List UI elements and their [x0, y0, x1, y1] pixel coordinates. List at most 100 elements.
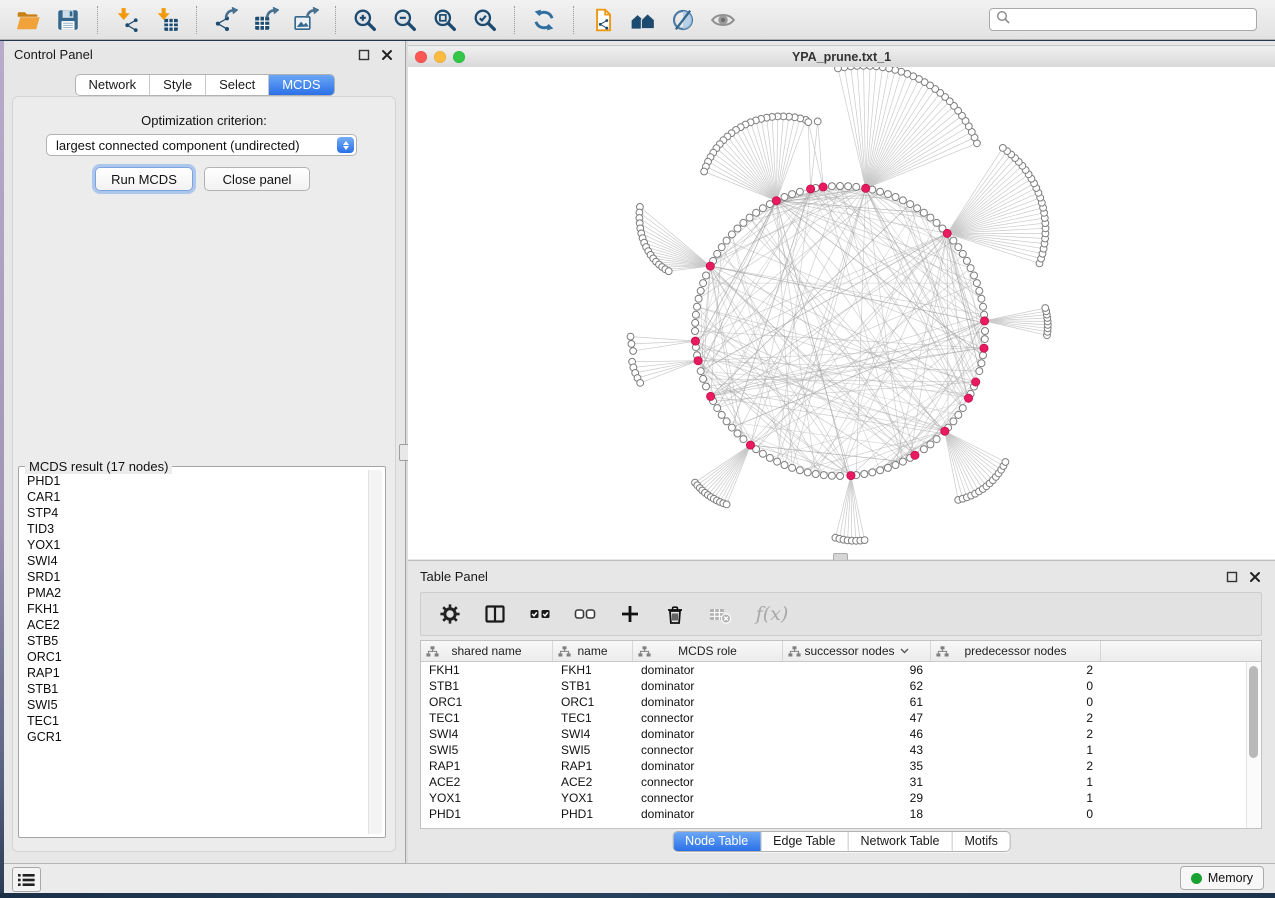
float-panel-icon[interactable]	[357, 48, 370, 61]
mcds-result-item[interactable]: SWI4	[27, 553, 369, 569]
task-history-button[interactable]	[12, 867, 41, 892]
column-header-successor-nodes[interactable]: successor nodes	[783, 641, 931, 661]
refresh-icon	[531, 7, 557, 33]
column-header-name[interactable]: name	[553, 641, 633, 661]
cell-shared-name: STB1	[421, 679, 553, 693]
mcds-result-item[interactable]: TEC1	[27, 713, 369, 729]
tab-node-table[interactable]: Node Table	[673, 832, 761, 851]
function-builder-button: f(x)	[750, 599, 794, 629]
optimization-criterion-select[interactable]: largest connected component (undirected)	[46, 134, 357, 156]
mcds-result-item[interactable]: TID3	[27, 521, 369, 537]
mcds-result-item[interactable]: ACE2	[27, 617, 369, 633]
export-image-button[interactable]	[286, 4, 326, 36]
export-image-icon	[293, 7, 319, 33]
memory-button[interactable]: Memory	[1180, 866, 1264, 890]
zoom-in-button[interactable]	[345, 4, 385, 36]
network-canvas[interactable]	[408, 67, 1275, 559]
zoom-selected-icon	[472, 7, 498, 33]
table-options-button[interactable]	[435, 599, 465, 629]
mcds-result-item[interactable]: RAP1	[27, 665, 369, 681]
table-scrollbar-thumb[interactable]	[1249, 666, 1258, 758]
tab-network-table[interactable]: Network Table	[849, 832, 953, 851]
cell-successor-nodes: 43	[783, 743, 931, 757]
column-header-MCDS-role[interactable]: MCDS role	[633, 641, 783, 661]
tab-select[interactable]: Select	[206, 75, 269, 95]
table-row[interactable]: SWI5SWI5connector431	[421, 742, 1261, 758]
column-type-icon	[638, 646, 651, 657]
mcds-result-item[interactable]: YOX1	[27, 537, 369, 553]
cell-mcds-role: dominator	[633, 807, 783, 821]
cell-predecessor-nodes: 1	[931, 791, 1101, 805]
table-row[interactable]: ACE2ACE2connector311	[421, 774, 1261, 790]
hide-panel-button[interactable]	[703, 4, 743, 36]
export-network-button[interactable]	[206, 4, 246, 36]
import-table-button[interactable]	[147, 4, 187, 36]
delete-column-button[interactable]	[660, 599, 690, 629]
open-file-button[interactable]	[8, 4, 48, 36]
mcds-result-item[interactable]: SWI5	[27, 697, 369, 713]
mcds-result-item[interactable]: ORC1	[27, 649, 369, 665]
mcds-result-item[interactable]: SRD1	[27, 569, 369, 585]
table-row[interactable]: PHD1PHD1dominator180	[421, 806, 1261, 822]
cell-mcds-role: dominator	[633, 695, 783, 709]
table-row[interactable]: ORC1ORC1dominator610	[421, 694, 1261, 710]
vizmapper-button[interactable]	[663, 4, 703, 36]
tab-edge-table[interactable]: Edge Table	[761, 832, 848, 851]
network-overview-button[interactable]	[623, 4, 663, 36]
mcds-list-scrollbar[interactable]	[368, 470, 382, 834]
show-column-button[interactable]	[480, 599, 510, 629]
mcds-result-item[interactable]: STB1	[27, 681, 369, 697]
float-panel-icon[interactable]	[1225, 570, 1238, 583]
share-document-button[interactable]	[583, 4, 623, 36]
zoom-selected-button[interactable]	[465, 4, 505, 36]
column-header-filler	[1101, 641, 1261, 661]
cell-successor-nodes: 61	[783, 695, 931, 709]
close-panel-button[interactable]: Close panel	[204, 167, 310, 191]
tab-motifs[interactable]: Motifs	[952, 832, 1009, 851]
cell-name: SWI4	[553, 727, 633, 741]
toolbar-separator	[196, 6, 197, 34]
search-input[interactable]	[1011, 10, 1256, 30]
zoom-out-button[interactable]	[385, 4, 425, 36]
mcds-result-item[interactable]: STB5	[27, 633, 369, 649]
cell-successor-nodes: 31	[783, 775, 931, 789]
column-header-predecessor-nodes[interactable]: predecessor nodes	[931, 641, 1101, 661]
mcds-result-item[interactable]: FKH1	[27, 601, 369, 617]
mcds-result-item[interactable]: PHD1	[27, 473, 369, 489]
cell-predecessor-nodes: 2	[931, 759, 1101, 773]
table-row[interactable]: TEC1TEC1connector472	[421, 710, 1261, 726]
hide-panel-icon	[710, 7, 736, 33]
table-scrollbar[interactable]	[1246, 662, 1261, 828]
mcds-result-item[interactable]: STP4	[27, 505, 369, 521]
sort-desc-icon	[900, 648, 909, 654]
search-icon	[995, 9, 1011, 30]
mcds-result-list[interactable]: PHD1CAR1STP4TID3YOX1SWI4SRD1PMA2FKH1ACE2…	[22, 470, 369, 834]
tab-mcds[interactable]: MCDS	[269, 75, 333, 95]
add-column-button[interactable]	[615, 599, 645, 629]
tab-network[interactable]: Network	[75, 75, 150, 95]
table-row[interactable]: RAP1RAP1dominator352	[421, 758, 1261, 774]
table-row[interactable]: FKH1FKH1dominator962	[421, 662, 1261, 678]
tab-style[interactable]: Style	[150, 75, 206, 95]
mcds-result-item[interactable]: GCR1	[27, 729, 369, 745]
run-mcds-button[interactable]: Run MCDS	[95, 167, 193, 191]
table-row[interactable]: YOX1YOX1connector291	[421, 790, 1261, 806]
column-header-shared-name[interactable]: shared name	[421, 641, 553, 661]
unselect-all-columns-button[interactable]	[570, 599, 600, 629]
select-all-columns-button[interactable]	[525, 599, 555, 629]
refresh-button[interactable]	[524, 4, 564, 36]
close-panel-icon[interactable]	[1248, 570, 1261, 583]
close-panel-icon[interactable]	[380, 48, 393, 61]
table-row[interactable]: SWI4SWI4dominator462	[421, 726, 1261, 742]
table-body: FKH1FKH1dominator962STB1STB1dominator620…	[421, 662, 1261, 822]
network-window-titlebar[interactable]: YPA_prune.txt_1	[408, 45, 1275, 68]
mcds-result-item[interactable]: PMA2	[27, 585, 369, 601]
table-row[interactable]: STB1STB1dominator620	[421, 678, 1261, 694]
network-view-window: YPA_prune.txt_1	[408, 41, 1275, 560]
import-network-button[interactable]	[107, 4, 147, 36]
cell-mcds-role: connector	[633, 711, 783, 725]
zoom-fit-button[interactable]	[425, 4, 465, 36]
export-table-button[interactable]	[246, 4, 286, 36]
save-session-button[interactable]	[48, 4, 88, 36]
mcds-result-item[interactable]: CAR1	[27, 489, 369, 505]
